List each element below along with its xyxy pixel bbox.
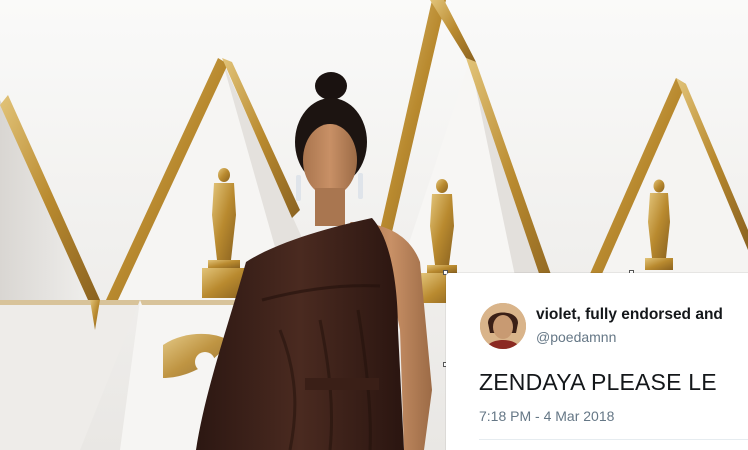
photo-with-tweet-overlay: violet, fully endorsed and @poedamnn ZEN… (0, 0, 748, 450)
tweet-timestamp[interactable]: 7:18 PM - 4 Mar 2018 (479, 408, 614, 424)
avatar-icon (480, 303, 526, 349)
tweet-text: ZENDAYA PLEASE LE (479, 369, 717, 395)
tweet-header: violet, fully endorsed and @poedamnn (480, 303, 748, 355)
tweet-handle[interactable]: @poedamnn (536, 329, 616, 345)
tweet-card[interactable]: violet, fully endorsed and @poedamnn ZEN… (446, 273, 748, 450)
tweet-divider (479, 439, 748, 440)
profile-avatar[interactable] (480, 303, 526, 349)
tweet-display-name[interactable]: violet, fully endorsed and (536, 306, 723, 324)
